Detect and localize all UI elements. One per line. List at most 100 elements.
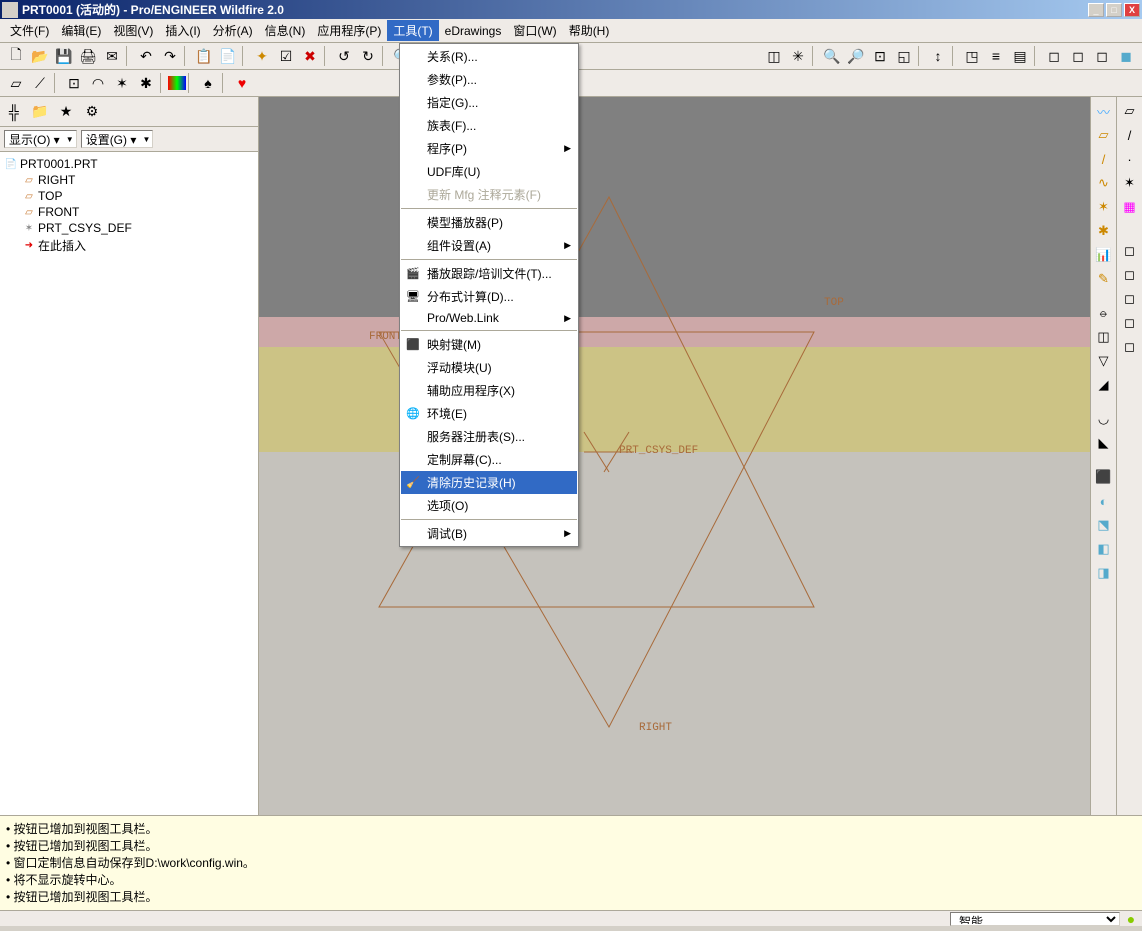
disp-notes-icon[interactable]: ◻ bbox=[1118, 239, 1142, 263]
redo-icon[interactable]: ↷ bbox=[158, 44, 182, 68]
regen-icon[interactable]: ✦ bbox=[250, 44, 274, 68]
selection-filter[interactable]: 智能 bbox=[950, 912, 1120, 926]
shaded-icon[interactable]: ◼ bbox=[1114, 44, 1138, 68]
disp-csys-icon[interactable]: ✶ bbox=[1118, 171, 1142, 195]
menu-item[interactable]: 🌐环境(E) bbox=[401, 402, 577, 425]
zoom-in-icon[interactable]: 🔍 bbox=[820, 44, 844, 68]
heart-icon[interactable]: ♥ bbox=[230, 71, 254, 95]
menu-item[interactable]: UDF库(U) bbox=[401, 160, 577, 183]
tree-item[interactable]: ▱TOP bbox=[22, 188, 254, 204]
tree-item[interactable]: ✶PRT_CSYS_DEF bbox=[22, 220, 254, 236]
menu-item[interactable]: 模型播放器(P) bbox=[401, 211, 577, 234]
menu-item[interactable]: 浮动模块(U) bbox=[401, 356, 577, 379]
menu-item[interactable]: ⬛映射键(M) bbox=[401, 333, 577, 356]
menu-item[interactable]: 组件设置(A)▶ bbox=[401, 234, 577, 257]
csys-icon[interactable]: ✶ bbox=[110, 71, 134, 95]
menu-help[interactable]: 帮助(H) bbox=[563, 20, 616, 41]
menu-item[interactable]: 🖥分布式计算(D)... bbox=[401, 285, 577, 308]
menu-item[interactable]: 参数(P)... bbox=[401, 68, 577, 91]
extrude-icon[interactable]: ⬛ bbox=[1092, 465, 1116, 489]
close-button[interactable]: X bbox=[1124, 3, 1140, 17]
menu-item[interactable]: 选项(O) bbox=[401, 494, 577, 517]
curve-icon[interactable]: ∿ bbox=[1092, 171, 1116, 195]
axis-icon[interactable]: / bbox=[1092, 147, 1116, 171]
saved-view-icon[interactable]: ◳ bbox=[960, 44, 984, 68]
zoom-area-icon[interactable]: ◱ bbox=[892, 44, 916, 68]
style-icon[interactable]: ✎ bbox=[1092, 267, 1116, 291]
menu-item[interactable]: 指定(G)... bbox=[401, 91, 577, 114]
mail-icon[interactable]: ✉ bbox=[100, 44, 124, 68]
menu-tools[interactable]: 工具(T) bbox=[387, 20, 438, 41]
nohidden-icon[interactable]: ◻ bbox=[1090, 44, 1114, 68]
menu-item[interactable]: 定制屏幕(C)... bbox=[401, 448, 577, 471]
disp-dims-icon[interactable]: ◻ bbox=[1118, 263, 1142, 287]
zoom-out-icon[interactable]: 🔎 bbox=[844, 44, 868, 68]
menu-item[interactable]: 服务器注册表(S)... bbox=[401, 425, 577, 448]
cancel-icon[interactable]: ✖ bbox=[298, 44, 322, 68]
tree-layers-icon[interactable]: 📁 bbox=[28, 100, 52, 124]
tree-item[interactable]: ▱FRONT bbox=[22, 204, 254, 220]
open-icon[interactable]: 📂 bbox=[28, 44, 52, 68]
model-tree[interactable]: 📄PRT0001.PRT ▱RIGHT▱TOP▱FRONT✶PRT_CSYS_D… bbox=[0, 152, 258, 910]
menu-insert[interactable]: 插入(I) bbox=[159, 20, 206, 41]
copy-icon[interactable]: 📋 bbox=[192, 44, 216, 68]
menu-view[interactable]: 视图(V) bbox=[107, 20, 159, 41]
disp-sym-icon[interactable]: ◻ bbox=[1118, 335, 1142, 359]
layers-icon[interactable]: ≡ bbox=[984, 44, 1008, 68]
disp-plane-icon[interactable]: ▱ bbox=[1118, 99, 1142, 123]
analysis-icon[interactable]: 📊 bbox=[1092, 243, 1116, 267]
menu-item[interactable]: 关系(R)... bbox=[401, 45, 577, 68]
tree-root[interactable]: 📄PRT0001.PRT bbox=[4, 156, 254, 172]
undo2-icon[interactable]: ↺ bbox=[332, 44, 356, 68]
wireframe-icon[interactable]: ◻ bbox=[1042, 44, 1066, 68]
shell-icon[interactable]: ◫ bbox=[1092, 325, 1116, 349]
undo-icon[interactable]: ↶ bbox=[134, 44, 158, 68]
minimize-button[interactable]: _ bbox=[1088, 3, 1104, 17]
paste-icon[interactable]: 📄 bbox=[216, 44, 240, 68]
datum-pt-icon[interactable]: ⊡ bbox=[62, 71, 86, 95]
tree-fav-icon[interactable]: ★ bbox=[54, 100, 78, 124]
tree-settings-icon[interactable]: ⚙ bbox=[80, 100, 104, 124]
plane-icon[interactable]: ▱ bbox=[1092, 123, 1116, 147]
datum-plane-icon[interactable]: ▱ bbox=[4, 71, 28, 95]
disp-gtol-icon[interactable]: ◻ bbox=[1118, 287, 1142, 311]
redo2-icon[interactable]: ↻ bbox=[356, 44, 380, 68]
settings-dropdown[interactable]: 设置(G) ▾ bbox=[81, 130, 154, 148]
tree-struct-icon[interactable]: ╬ bbox=[2, 100, 26, 124]
menu-app[interactable]: 应用程序(P) bbox=[311, 20, 387, 41]
menu-info[interactable]: 信息(N) bbox=[259, 20, 312, 41]
menu-analysis[interactable]: 分析(A) bbox=[207, 20, 259, 41]
hidden-icon[interactable]: ◻ bbox=[1066, 44, 1090, 68]
graphics-area[interactable]: FRONT TOP RIGHT PRT_CSYS_DEF bbox=[259, 97, 1090, 910]
menu-item[interactable]: 族表(F)... bbox=[401, 114, 577, 137]
menu-edit[interactable]: 编辑(E) bbox=[55, 20, 107, 41]
chamfer-icon[interactable]: ◣ bbox=[1092, 431, 1116, 455]
csys-feat-icon[interactable]: ✱ bbox=[1092, 219, 1116, 243]
disp-surf-icon[interactable]: ◻ bbox=[1118, 311, 1142, 335]
annot-icon[interactable]: ✱ bbox=[134, 71, 158, 95]
rib-icon[interactable]: ▽ bbox=[1092, 349, 1116, 373]
menu-item[interactable]: 🧹清除历史记录(H) bbox=[401, 471, 577, 494]
menu-item[interactable]: 辅助应用程序(X) bbox=[401, 379, 577, 402]
sketch-icon[interactable]: 〰 bbox=[1092, 99, 1116, 123]
menu-item[interactable]: 调试(B)▶ bbox=[401, 522, 577, 545]
sweep-icon[interactable]: ⬔ bbox=[1092, 513, 1116, 537]
draft-icon[interactable]: ◢ bbox=[1092, 373, 1116, 397]
check-icon[interactable]: ☑ bbox=[274, 44, 298, 68]
show-dropdown[interactable]: 显示(O) ▾ bbox=[4, 130, 77, 148]
menu-item[interactable]: Pro/Web.Link▶ bbox=[401, 308, 577, 328]
datum-axis-icon[interactable]: ⟋ bbox=[28, 71, 52, 95]
view-mgr-icon[interactable]: ▤ bbox=[1008, 44, 1032, 68]
color-icon[interactable] bbox=[168, 76, 186, 90]
new-icon[interactable]: 🗋 bbox=[4, 44, 28, 68]
point-icon[interactable]: ✶ bbox=[1092, 195, 1116, 219]
disp-active-icon[interactable]: ▦ bbox=[1118, 195, 1142, 219]
maximize-button[interactable]: □ bbox=[1106, 3, 1122, 17]
menu-item[interactable]: 程序(P)▶ bbox=[401, 137, 577, 160]
menu-item[interactable]: 🎬播放跟踪/培训文件(T)... bbox=[401, 262, 577, 285]
message-area[interactable]: 按钮已增加到视图工具栏。按钮已增加到视图工具栏。窗口定制信息自动保存到D:\wo… bbox=[0, 815, 1142, 910]
print-icon[interactable]: 🖨 bbox=[76, 44, 100, 68]
menu-window[interactable]: 窗口(W) bbox=[507, 20, 562, 41]
menu-edrawings[interactable]: eDrawings bbox=[439, 22, 508, 40]
orient-icon[interactable]: ↕ bbox=[926, 44, 950, 68]
